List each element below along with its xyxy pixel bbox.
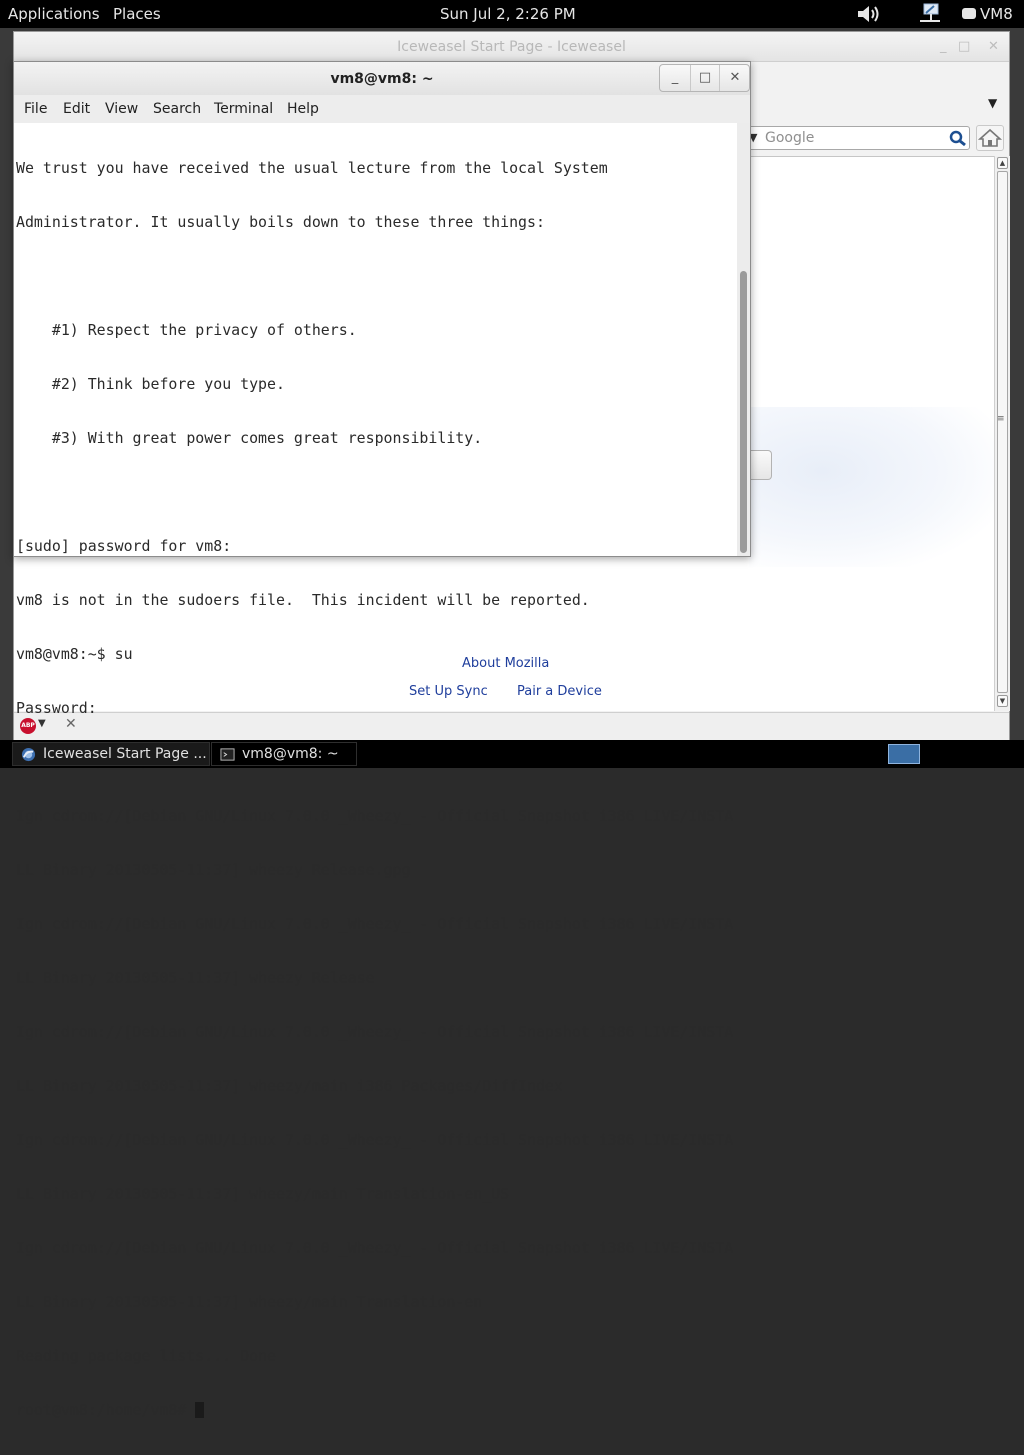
terminal-line: #1) Respect the privacy of others. [16, 321, 357, 339]
chevron-down-icon[interactable]: ▼ [988, 96, 997, 110]
workspace-switcher[interactable] [888, 744, 920, 764]
terminal-menubar: File Edit View Search Terminal Help [14, 95, 750, 123]
taskbar-item-label: Iceweasel Start Page ... [43, 746, 207, 762]
terminal-prompt-line: root@vm8:/home/vm8# [16, 1401, 733, 1419]
maximize-icon[interactable]: □ [958, 39, 970, 54]
close-icon[interactable]: ✕ [720, 65, 750, 91]
close-icon[interactable]: ✕ [988, 39, 999, 54]
terminal-window: vm8@vm8: ~ _ □ ✕ File Edit View Search T… [13, 61, 751, 1419]
terminal-text: We trust you have received the usual lec… [16, 123, 733, 1455]
terminal-line: Password: [16, 699, 97, 717]
scroll-grip-icon: ≡ [997, 414, 1005, 424]
terminal-line: Ign cdrom://[Debian GNU/Linux 7.0.0 _Whe… [16, 1023, 734, 1041]
search-icon[interactable] [948, 129, 968, 147]
maximize-icon[interactable]: □ [690, 65, 720, 91]
menu-terminal[interactable]: Terminal [214, 101, 273, 117]
terminal-icon [220, 748, 235, 761]
terminal-prompt: root@vm8:/home/vm8# [16, 1401, 196, 1419]
clock[interactable]: Sun Jul 2, 2:26 PM [440, 5, 576, 23]
terminal-scroll-thumb[interactable] [740, 271, 747, 553]
terminal-line: Ign cdrom://[Debian GNU/Linux 7.0.0 _Whe… [16, 915, 734, 933]
terminal-titlebar[interactable]: vm8@vm8: ~ _ □ ✕ [14, 62, 750, 95]
terminal-cursor [195, 1402, 205, 1418]
taskbar-item-terminal[interactable]: vm8@vm8: ~ [211, 742, 357, 766]
places-menu[interactable]: Places [113, 5, 161, 23]
home-button[interactable] [976, 125, 1004, 151]
iceweasel-icon [21, 747, 36, 762]
browser-titlebar[interactable]: Iceweasel Start Page - Iceweasel _ □ ✕ [14, 32, 1009, 62]
menu-file[interactable]: File [24, 101, 47, 117]
terminal-line: Ign cdrom://[Debian GNU/Linux 7.0.0 _Whe… [16, 1239, 734, 1257]
terminal-output[interactable]: We trust you have received the usual lec… [14, 123, 736, 1419]
window-controls: _ □ ✕ [659, 64, 750, 92]
minimize-icon[interactable]: _ [660, 65, 690, 91]
home-icon [977, 128, 1003, 147]
browser-title: Iceweasel Start Page - Iceweasel [397, 39, 626, 55]
terminal-line: Administrator. It usually boils down to … [16, 213, 545, 231]
terminal-line: vm8 is not in the sudoers file. This inc… [16, 591, 590, 609]
user-menu[interactable]: VM8 [962, 5, 1013, 23]
volume-icon[interactable] [856, 3, 882, 25]
terminal-line: LL Binary 20130505-11:37] wheezy/main Tr… [16, 1185, 510, 1203]
menu-search[interactable]: Search [153, 101, 201, 117]
scroll-up-icon[interactable]: ▲ [997, 157, 1008, 169]
taskbar: Iceweasel Start Page ... vm8@vm8: ~ [0, 740, 1024, 768]
terminal-line: #3) With great power comes great respons… [16, 429, 483, 447]
terminal-line: We trust you have received the usual lec… [16, 159, 608, 177]
menu-edit[interactable]: Edit [63, 101, 90, 117]
network-icon[interactable] [918, 2, 942, 24]
terminal-line: Reading package lists... Done [16, 1347, 276, 1365]
menu-help[interactable]: Help [287, 101, 319, 117]
search-box[interactable]: ▼ [744, 126, 970, 150]
terminal-line: LL Binary 20130505-11:37] wheezy/main Tr… [16, 1293, 483, 1311]
applications-menu[interactable]: Applications [8, 5, 100, 23]
minimize-icon[interactable]: _ [940, 39, 947, 54]
terminal-scrollbar[interactable] [737, 123, 750, 556]
scroll-down-icon[interactable]: ▼ [997, 695, 1008, 707]
terminal-line: #2) Think before you type. [16, 375, 285, 393]
scroll-thumb[interactable] [997, 171, 1008, 693]
terminal-line: LL Binary 20130505-11:37] wheezy Release… [16, 861, 411, 879]
search-input[interactable] [765, 129, 935, 147]
chat-icon [962, 8, 976, 19]
terminal-line: Ign cdrom://[Debian GNU/Linux 7.0.0 _Whe… [16, 1131, 734, 1149]
terminal-line: vm8@vm8:~$ su [16, 645, 133, 663]
browser-scrollbar[interactable]: ▲ ≡ ▼ [994, 156, 1010, 711]
menu-view[interactable]: View [105, 101, 138, 117]
terminal-line: Ign cdrom://[Debian GNU/Linux 7.0.0 _Whe… [16, 807, 734, 825]
terminal-title: vm8@vm8: ~ [330, 71, 434, 87]
content-background [749, 407, 994, 567]
top-panel: Applications Places Sun Jul 2, 2:26 PM V… [0, 0, 1024, 28]
terminal-line: LL Binary 20130505-11:37] wheezy Release [16, 969, 375, 987]
taskbar-item-iceweasel[interactable]: Iceweasel Start Page ... [12, 742, 210, 766]
user-name: VM8 [980, 5, 1013, 23]
terminal-line: [sudo] password for vm8: [16, 537, 232, 555]
taskbar-item-label: vm8@vm8: ~ [242, 746, 339, 762]
terminal-line: LL Binary 20130505-11:37] wheezy/main i3… [16, 1077, 563, 1095]
